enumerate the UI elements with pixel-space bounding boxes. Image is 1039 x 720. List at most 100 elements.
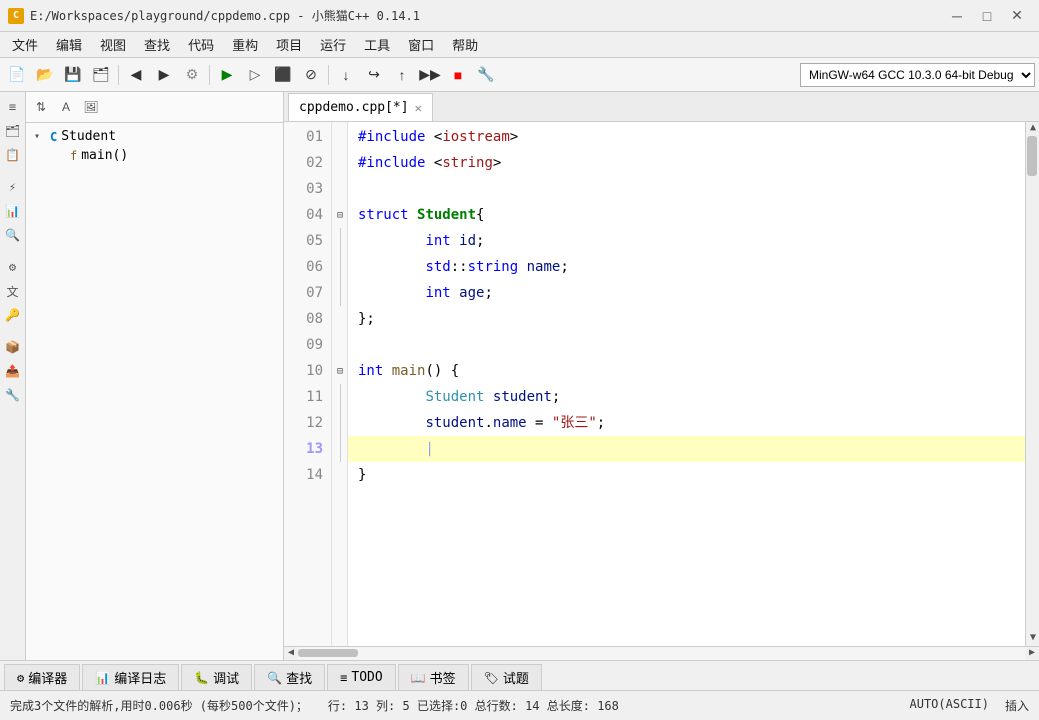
sidebar-icon-5[interactable]: 📊 (2, 200, 24, 222)
code-line-3 (348, 176, 1025, 202)
tree-item-student[interactable]: ▾ C Student (26, 127, 283, 146)
menu-item-代码[interactable]: 代码 (180, 33, 222, 56)
sidebar-icon-9[interactable]: 🔑 (2, 304, 24, 326)
horizontal-scrollbar[interactable]: ◀ ▶ (284, 646, 1039, 660)
tree-arrow-student: ▾ (34, 131, 46, 142)
save-button[interactable]: 💾 (60, 62, 86, 88)
code-line-9 (348, 332, 1025, 358)
minimize-button[interactable]: ─ (943, 6, 971, 26)
menu-item-项目[interactable]: 项目 (268, 33, 310, 56)
h-scroll-left-button[interactable]: ◀ (284, 647, 298, 661)
new-button[interactable]: 📄 (4, 62, 30, 88)
debug-compile-button[interactable]: ▷ (242, 62, 268, 88)
compiler-select[interactable]: MinGW-w64 GCC 10.3.0 64-bit Debug (800, 63, 1035, 87)
file-tree-toolbar: ⇅ A 🖼 (26, 92, 283, 123)
editor-area: cppdemo.cpp[*] ✕ 01 02 03 04 05 06 07 08… (284, 92, 1039, 660)
bookmark-tab-icon: 📖 (411, 671, 426, 685)
bottom-tab-compiler[interactable]: ⚙ 编译器 (4, 664, 80, 690)
sidebar-icon-7[interactable]: ⚙ (2, 256, 24, 278)
tab-close-button[interactable]: ✕ (415, 101, 422, 115)
h-scroll-thumb[interactable] (298, 649, 358, 657)
run-button[interactable]: ▶ (214, 62, 240, 88)
code-line-13[interactable]: | (348, 436, 1025, 462)
sidebar-icon-6[interactable]: 🔍 (2, 224, 24, 246)
save-all-button[interactable]: 🗂 (88, 62, 114, 88)
bottom-tab-log[interactable]: 📊 编译日志 (82, 664, 179, 690)
tree-alpha-btn[interactable]: A (55, 96, 77, 118)
sidebar-icon-10[interactable]: 📦 (2, 336, 24, 358)
toolbar-sep-1 (118, 65, 119, 85)
bottom-tab-bookmark[interactable]: 📖 书签 (398, 664, 469, 690)
forward-button[interactable]: ▶ (151, 62, 177, 88)
scroll-track[interactable] (1026, 136, 1039, 632)
stop-button[interactable]: ⬛ (270, 62, 296, 88)
scroll-thumb[interactable] (1027, 136, 1037, 176)
app-icon: C (8, 8, 24, 24)
sidebar-icon-3[interactable]: 📋 (2, 144, 24, 166)
tools-button[interactable]: 🔧 (473, 62, 499, 88)
scroll-down-button[interactable]: ▼ (1026, 632, 1039, 646)
fold-btn-10[interactable]: ⊟ (332, 358, 348, 384)
bottom-tab-find[interactable]: 🔍 查找 (254, 664, 325, 690)
status-right: AUTO(ASCII) 插入 (910, 697, 1030, 714)
scroll-up-button[interactable]: ▲ (1026, 122, 1039, 136)
toggle-breakpoint-button[interactable]: ⊘ (298, 62, 324, 88)
sidebar-icon-4[interactable]: ⚡ (2, 176, 24, 198)
menu-item-查找[interactable]: 查找 (136, 33, 178, 56)
exam-tab-icon: 🏷 (484, 671, 499, 685)
toolbar-sep-3 (328, 65, 329, 85)
status-encoding: AUTO(ASCII) (910, 697, 989, 714)
menu-item-运行[interactable]: 运行 (312, 33, 354, 56)
tree-item-main[interactable]: f main() (26, 146, 283, 165)
h-scroll-right-button[interactable]: ▶ (1025, 647, 1039, 661)
continue-button[interactable]: ▶▶ (417, 62, 443, 88)
menu-item-工具[interactable]: 工具 (356, 33, 398, 56)
step-over-button[interactable]: ↪ (361, 62, 387, 88)
menu-item-帮助[interactable]: 帮助 (444, 33, 486, 56)
sidebar-icon-8[interactable]: 文 (2, 280, 24, 302)
vertical-scrollbar[interactable]: ▲ ▼ (1025, 122, 1039, 646)
maximize-button[interactable]: □ (973, 6, 1001, 26)
back-button[interactable]: ◀ (123, 62, 149, 88)
debug-tab-label: 调试 (213, 668, 239, 687)
editor-tab-cppdemo[interactable]: cppdemo.cpp[*] ✕ (288, 93, 433, 121)
bottom-tab-todo[interactable]: ≡ TODO (327, 664, 396, 690)
stop-debug-button[interactable]: ■ (445, 62, 471, 88)
code-line-6: std::string name; (348, 254, 1025, 280)
status-position: 行: 13 列: 5 已选择:0 总行数: 14 总长度: 168 (328, 697, 619, 714)
tree-label-student: Student (61, 129, 116, 144)
fold-btn-4[interactable]: ⊟ (332, 202, 348, 228)
sidebar-icon-12[interactable]: 🔧 (2, 384, 24, 406)
menu-item-视图[interactable]: 视图 (92, 33, 134, 56)
step-out-button[interactable]: ↑ (389, 62, 415, 88)
menu-item-重构[interactable]: 重构 (224, 33, 266, 56)
fold-indicators: ⊟ ⊟ (332, 122, 348, 646)
tab-label: cppdemo.cpp[*] (299, 100, 409, 115)
app-window: C E:/Workspaces/playground/cppdemo.cpp -… (0, 0, 1039, 720)
sidebar-icon-2[interactable]: 🗂 (2, 120, 24, 142)
code-content[interactable]: #include <iostream> #include <string> st… (348, 122, 1025, 646)
menu-item-文件[interactable]: 文件 (4, 33, 46, 56)
find-tab-icon: 🔍 (267, 671, 282, 685)
menu-item-编辑[interactable]: 编辑 (48, 33, 90, 56)
close-button[interactable]: ✕ (1003, 6, 1031, 26)
tree-sort-btn[interactable]: ⇅ (30, 96, 52, 118)
compile-button[interactable]: ⚙ (179, 62, 205, 88)
log-tab-icon: 📊 (95, 671, 110, 685)
sidebar-icon-11[interactable]: 📤 (2, 360, 24, 382)
sidebar-icon-1[interactable]: ≡ (2, 96, 24, 118)
title-text: E:/Workspaces/playground/cppdemo.cpp - 小… (30, 7, 420, 24)
open-button[interactable]: 📂 (32, 62, 58, 88)
step-into-button[interactable]: ↓ (333, 62, 359, 88)
code-line-11: Student student; (348, 384, 1025, 410)
bottom-tab-exam[interactable]: 🏷 试题 (471, 664, 542, 690)
toolbar-sep-2 (209, 65, 210, 85)
line-numbers: 01 02 03 04 05 06 07 08 09 10 11 12 13 1… (284, 122, 332, 646)
tree-image-btn[interactable]: 🖼 (80, 96, 102, 118)
compiler-tab-label: 编译器 (28, 668, 67, 687)
menu-item-窗口[interactable]: 窗口 (400, 33, 442, 56)
bottom-tab-debug[interactable]: 🐛 调试 (181, 664, 252, 690)
code-editor[interactable]: 01 02 03 04 05 06 07 08 09 10 11 12 13 1… (284, 122, 1039, 646)
h-scroll-track[interactable] (298, 647, 1025, 661)
status-parse-text: 完成3个文件的解析,用时0.006秒 (每秒500个文件)； (10, 697, 308, 714)
